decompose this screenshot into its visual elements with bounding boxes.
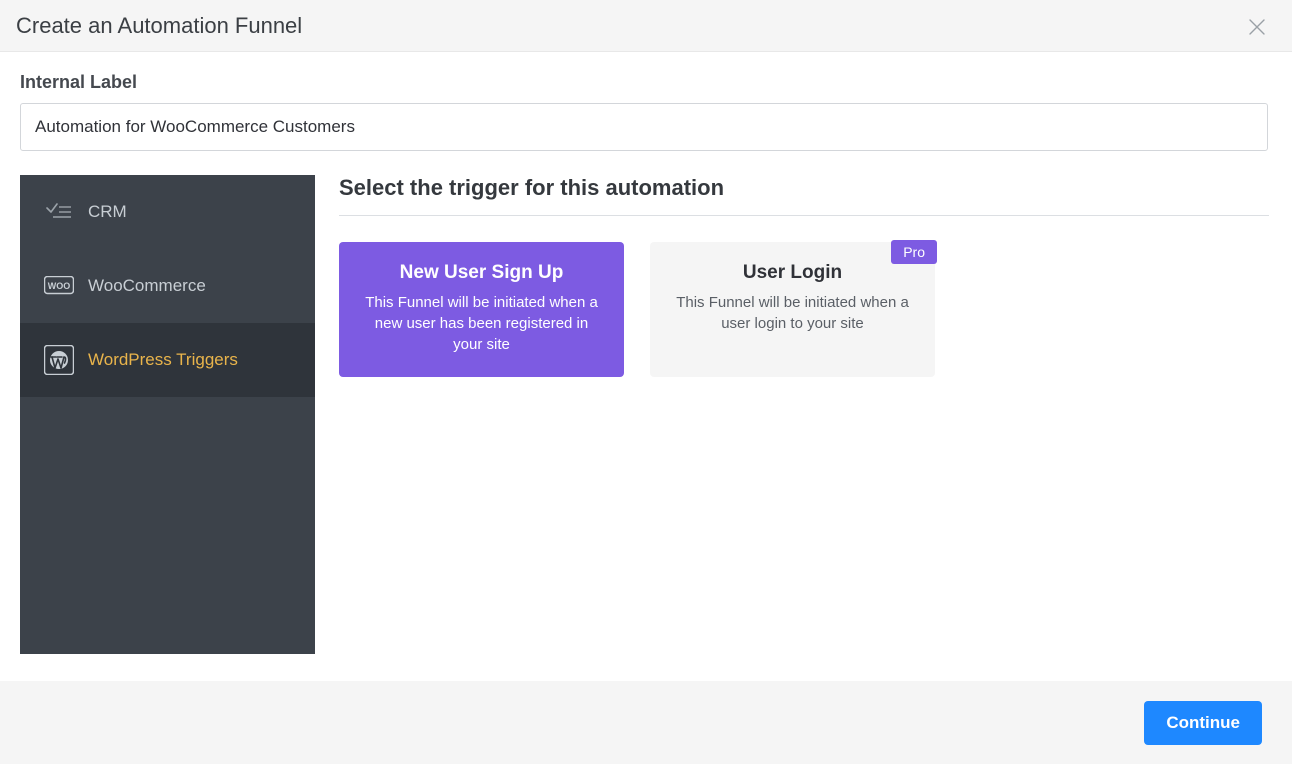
- internal-label-input[interactable]: [20, 103, 1268, 151]
- trigger-cards: New User Sign Up This Funnel will be ini…: [339, 242, 1269, 377]
- content-area: Select the trigger for this automation N…: [315, 175, 1269, 377]
- continue-button[interactable]: Continue: [1144, 701, 1262, 745]
- section-heading: Select the trigger for this automation: [339, 175, 1269, 216]
- dialog-header: Create an Automation Funnel: [0, 0, 1292, 52]
- close-icon[interactable]: [1244, 14, 1270, 40]
- sidebar-item-label: CRM: [88, 202, 127, 222]
- sidebar-item-crm[interactable]: CRM: [20, 175, 315, 249]
- card-description: This Funnel will be initiated when a new…: [361, 292, 602, 355]
- dialog-title: Create an Automation Funnel: [16, 13, 302, 39]
- sidebar: CRM WOO WooCommerce WordPr: [20, 175, 315, 654]
- checklist-icon: [44, 197, 74, 227]
- card-user-login[interactable]: Pro User Login This Funnel will be initi…: [650, 242, 935, 377]
- card-new-user-sign-up[interactable]: New User Sign Up This Funnel will be ini…: [339, 242, 624, 377]
- internal-label-section: Internal Label: [0, 52, 1292, 175]
- woo-icon: WOO: [44, 271, 74, 301]
- wordpress-icon: [44, 345, 74, 375]
- sidebar-item-label: WooCommerce: [88, 276, 206, 296]
- card-title: New User Sign Up: [361, 262, 602, 284]
- pro-badge: Pro: [891, 240, 937, 264]
- sidebar-item-wordpress-triggers[interactable]: WordPress Triggers: [20, 323, 315, 397]
- card-title: User Login: [672, 262, 913, 284]
- svg-text:WOO: WOO: [48, 281, 71, 291]
- dialog-footer: Continue: [0, 681, 1292, 764]
- sidebar-item-woocommerce[interactable]: WOO WooCommerce: [20, 249, 315, 323]
- main-row: CRM WOO WooCommerce WordPr: [0, 175, 1292, 654]
- internal-label-caption: Internal Label: [20, 72, 1272, 93]
- sidebar-item-label: WordPress Triggers: [88, 350, 238, 370]
- card-description: This Funnel will be initiated when a use…: [672, 292, 913, 334]
